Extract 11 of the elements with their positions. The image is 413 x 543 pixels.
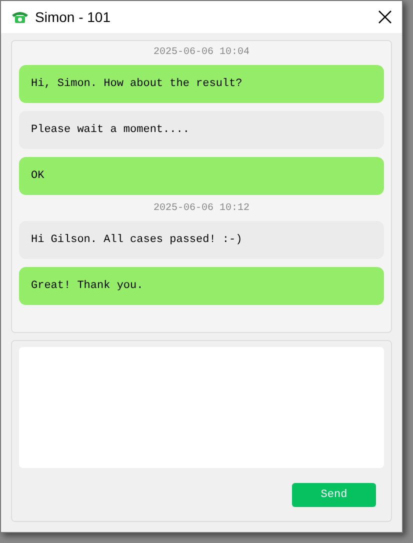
timestamp: 2025-06-06 10:12 (152, 203, 250, 215)
window-title: Simon - 101 (35, 8, 112, 26)
close-button[interactable] (376, 8, 394, 26)
sent-message-bubble: Hi, Simon. How about the result? (19, 65, 384, 103)
timestamp: 2025-06-06 10:04 (152, 47, 250, 59)
received-message-bubble: Hi Gilson. All cases passed! :-) (19, 221, 384, 259)
phone-icon (11, 10, 29, 24)
send-button[interactable]: Send (292, 483, 376, 507)
sent-message-bubble: Great! Thank you. (19, 267, 384, 305)
sent-message-bubble: OK (19, 157, 384, 195)
received-message-bubble: Please wait a moment.... (19, 111, 384, 149)
